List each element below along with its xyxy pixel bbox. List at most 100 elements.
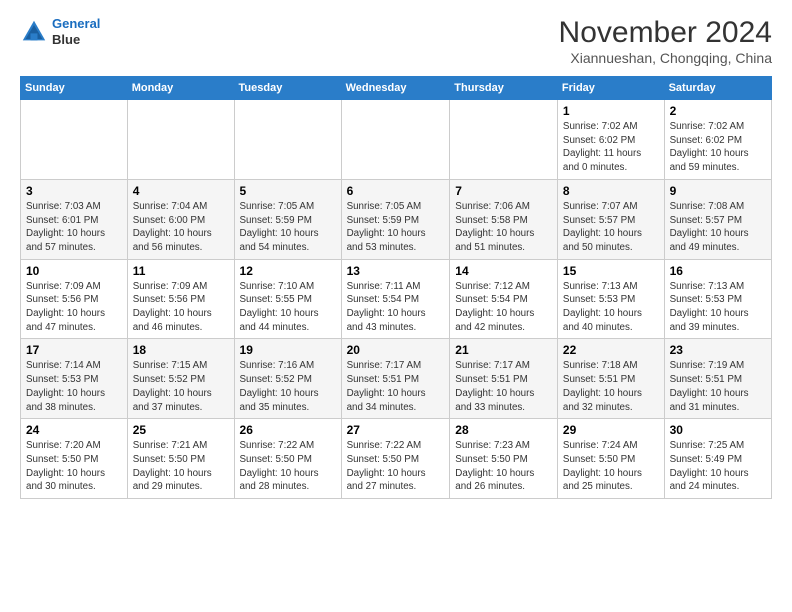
page: General Blue November 2024 Xiannueshan, … xyxy=(0,0,792,509)
day-info: Sunrise: 7:17 AM Sunset: 5:51 PM Dayligh… xyxy=(455,359,552,414)
day-cell: 17Sunrise: 7:14 AM Sunset: 5:53 PM Dayli… xyxy=(21,339,128,419)
weekday-header-thursday: Thursday xyxy=(450,77,558,100)
day-number: 13 xyxy=(347,264,445,278)
week-row-2: 3 Sunrise: 7:03 AM Sunset: 6:01 PM Daylig… xyxy=(21,179,772,259)
logo-text: General Blue xyxy=(52,16,100,47)
day-number: 17 xyxy=(26,343,122,357)
day-info: Sunrise: 7:08 AM Sunset: 5:57 PM Dayligh… xyxy=(670,200,766,255)
day-info: Sunrise: 7:09 AM Sunset: 5:56 PM Dayligh… xyxy=(133,280,229,335)
day-cell: 9 Sunrise: 7:08 AM Sunset: 5:57 PM Daylig… xyxy=(664,179,771,259)
day-info: Sunrise: 7:12 AM Sunset: 5:54 PM Dayligh… xyxy=(455,280,552,335)
day-number: 12 xyxy=(240,264,336,278)
day-info: Sunrise: 7:04 AM Sunset: 6:00 PM Dayligh… xyxy=(133,200,229,255)
day-cell: 24 Sunrise: 7:20 AM Sunset: 5:50 PM Dayli… xyxy=(21,419,128,499)
day-number: 2 xyxy=(670,104,766,118)
day-number: 8 xyxy=(563,184,659,198)
day-number: 7 xyxy=(455,184,552,198)
day-cell xyxy=(450,100,558,180)
day-info: Sunrise: 7:24 AM Sunset: 5:50 PM Dayligh… xyxy=(563,439,659,494)
day-info: Sunrise: 7:09 AM Sunset: 5:56 PM Dayligh… xyxy=(26,280,122,335)
day-info: Sunrise: 7:22 AM Sunset: 5:50 PM Dayligh… xyxy=(347,439,445,494)
day-cell: 4 Sunrise: 7:04 AM Sunset: 6:00 PM Daylig… xyxy=(127,179,234,259)
day-cell: 6Sunrise: 7:05 AM Sunset: 5:59 PM Daylig… xyxy=(341,179,450,259)
day-info: Sunrise: 7:19 AM Sunset: 5:51 PM Dayligh… xyxy=(670,359,766,414)
day-number: 6 xyxy=(347,184,445,198)
day-cell: 29 Sunrise: 7:24 AM Sunset: 5:50 PM Dayli… xyxy=(557,419,664,499)
day-cell: 21 Sunrise: 7:17 AM Sunset: 5:51 PM Dayli… xyxy=(450,339,558,419)
day-cell: 8 Sunrise: 7:07 AM Sunset: 5:57 PM Daylig… xyxy=(557,179,664,259)
week-row-4: 17Sunrise: 7:14 AM Sunset: 5:53 PM Dayli… xyxy=(21,339,772,419)
day-info: Sunrise: 7:02 AM Sunset: 6:02 PM Dayligh… xyxy=(563,120,659,175)
day-number: 1 xyxy=(563,104,659,118)
day-cell xyxy=(21,100,128,180)
day-number: 24 xyxy=(26,423,122,437)
day-cell: 2 Sunrise: 7:02 AM Sunset: 6:02 PM Daylig… xyxy=(664,100,771,180)
day-cell: 12 Sunrise: 7:10 AM Sunset: 5:55 PM Dayli… xyxy=(234,259,341,339)
logo-line1: General xyxy=(52,16,100,31)
day-info: Sunrise: 7:13 AM Sunset: 5:53 PM Dayligh… xyxy=(563,280,659,335)
weekday-header-friday: Friday xyxy=(557,77,664,100)
day-number: 19 xyxy=(240,343,336,357)
day-cell: 7 Sunrise: 7:06 AM Sunset: 5:58 PM Daylig… xyxy=(450,179,558,259)
day-number: 21 xyxy=(455,343,552,357)
day-info: Sunrise: 7:07 AM Sunset: 5:57 PM Dayligh… xyxy=(563,200,659,255)
day-number: 22 xyxy=(563,343,659,357)
day-number: 20 xyxy=(347,343,445,357)
day-cell: 14 Sunrise: 7:12 AM Sunset: 5:54 PM Dayli… xyxy=(450,259,558,339)
day-cell xyxy=(127,100,234,180)
day-info: Sunrise: 7:11 AM Sunset: 5:54 PM Dayligh… xyxy=(347,280,445,335)
day-number: 29 xyxy=(563,423,659,437)
day-number: 10 xyxy=(26,264,122,278)
week-row-5: 24 Sunrise: 7:20 AM Sunset: 5:50 PM Dayli… xyxy=(21,419,772,499)
day-info: Sunrise: 7:03 AM Sunset: 6:01 PM Dayligh… xyxy=(26,200,122,255)
weekday-header-monday: Monday xyxy=(127,77,234,100)
day-info: Sunrise: 7:18 AM Sunset: 5:51 PM Dayligh… xyxy=(563,359,659,414)
day-info: Sunrise: 7:02 AM Sunset: 6:02 PM Dayligh… xyxy=(670,120,766,175)
day-cell: 10 Sunrise: 7:09 AM Sunset: 5:56 PM Dayli… xyxy=(21,259,128,339)
day-number: 16 xyxy=(670,264,766,278)
calendar-table: SundayMondayTuesdayWednesdayThursdayFrid… xyxy=(20,76,772,499)
day-info: Sunrise: 7:13 AM Sunset: 5:53 PM Dayligh… xyxy=(670,280,766,335)
week-row-3: 10 Sunrise: 7:09 AM Sunset: 5:56 PM Dayli… xyxy=(21,259,772,339)
header: General Blue November 2024 Xiannueshan, … xyxy=(20,16,772,66)
day-number: 26 xyxy=(240,423,336,437)
day-cell: 3 Sunrise: 7:03 AM Sunset: 6:01 PM Daylig… xyxy=(21,179,128,259)
day-cell: 13 Sunrise: 7:11 AM Sunset: 5:54 PM Dayli… xyxy=(341,259,450,339)
week-row-1: 1 Sunrise: 7:02 AM Sunset: 6:02 PM Daylig… xyxy=(21,100,772,180)
day-number: 11 xyxy=(133,264,229,278)
day-number: 30 xyxy=(670,423,766,437)
day-number: 3 xyxy=(26,184,122,198)
day-info: Sunrise: 7:20 AM Sunset: 5:50 PM Dayligh… xyxy=(26,439,122,494)
weekday-header-saturday: Saturday xyxy=(664,77,771,100)
day-cell: 19 Sunrise: 7:16 AM Sunset: 5:52 PM Dayli… xyxy=(234,339,341,419)
day-info: Sunrise: 7:05 AM Sunset: 5:59 PM Dayligh… xyxy=(240,200,336,255)
day-cell: 16 Sunrise: 7:13 AM Sunset: 5:53 PM Dayli… xyxy=(664,259,771,339)
day-number: 18 xyxy=(133,343,229,357)
location: Xiannueshan, Chongqing, China xyxy=(559,50,772,66)
day-cell: 28Sunrise: 7:23 AM Sunset: 5:50 PM Dayli… xyxy=(450,419,558,499)
day-number: 14 xyxy=(455,264,552,278)
day-info: Sunrise: 7:22 AM Sunset: 5:50 PM Dayligh… xyxy=(240,439,336,494)
logo: General Blue xyxy=(20,16,100,47)
day-number: 25 xyxy=(133,423,229,437)
logo-line2: Blue xyxy=(52,32,100,48)
weekday-header-row: SundayMondayTuesdayWednesdayThursdayFrid… xyxy=(21,77,772,100)
day-cell xyxy=(341,100,450,180)
day-number: 23 xyxy=(670,343,766,357)
day-cell: 30Sunrise: 7:25 AM Sunset: 5:49 PM Dayli… xyxy=(664,419,771,499)
day-cell: 20Sunrise: 7:17 AM Sunset: 5:51 PM Dayli… xyxy=(341,339,450,419)
day-cell: 27 Sunrise: 7:22 AM Sunset: 5:50 PM Dayli… xyxy=(341,419,450,499)
day-info: Sunrise: 7:06 AM Sunset: 5:58 PM Dayligh… xyxy=(455,200,552,255)
day-cell xyxy=(234,100,341,180)
day-info: Sunrise: 7:10 AM Sunset: 5:55 PM Dayligh… xyxy=(240,280,336,335)
weekday-header-tuesday: Tuesday xyxy=(234,77,341,100)
title-block: November 2024 Xiannueshan, Chongqing, Ch… xyxy=(559,16,772,66)
day-cell: 15 Sunrise: 7:13 AM Sunset: 5:53 PM Dayli… xyxy=(557,259,664,339)
day-number: 15 xyxy=(563,264,659,278)
day-number: 27 xyxy=(347,423,445,437)
day-number: 9 xyxy=(670,184,766,198)
day-number: 4 xyxy=(133,184,229,198)
day-cell: 25Sunrise: 7:21 AM Sunset: 5:50 PM Dayli… xyxy=(127,419,234,499)
day-info: Sunrise: 7:16 AM Sunset: 5:52 PM Dayligh… xyxy=(240,359,336,414)
day-number: 5 xyxy=(240,184,336,198)
